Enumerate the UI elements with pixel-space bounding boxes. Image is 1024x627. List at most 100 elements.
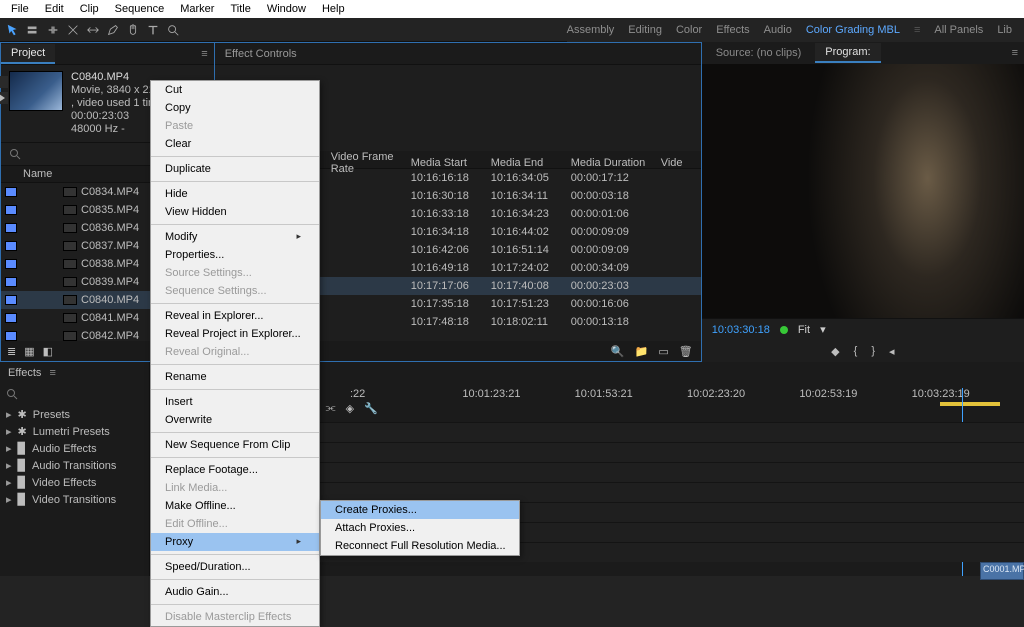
effects-panel: Effects ≡ ▸✱Presets ▸✱Lumetri Presets ▸▉A… <box>0 362 150 576</box>
submenu-item[interactable]: Create Proxies... <box>321 501 519 519</box>
marker-icon[interactable]: ◈ <box>346 402 354 415</box>
source-tab[interactable]: Source: (no clips) <box>706 44 812 62</box>
clip-icon <box>63 313 77 323</box>
label-swatch <box>5 241 17 251</box>
ripple-edit-icon[interactable] <box>46 23 60 37</box>
fx-audio-effects[interactable]: ▸▉Audio Effects <box>6 442 143 455</box>
program-timecode[interactable]: 10:03:30:18 <box>712 324 770 336</box>
menu-item: Source Settings... <box>151 264 319 282</box>
menu-item[interactable]: Insert <box>151 393 319 411</box>
menu-marker[interactable]: Marker <box>173 2 221 16</box>
mark-out-icon[interactable]: } <box>871 345 875 357</box>
panel-menu-icon[interactable]: ≡ <box>49 367 55 379</box>
col-name[interactable]: Name <box>23 168 52 180</box>
menu-item[interactable]: Overwrite <box>151 411 319 429</box>
menu-item[interactable]: Properties... <box>151 246 319 264</box>
slip-tool-icon[interactable] <box>86 23 100 37</box>
menu-item[interactable]: Duplicate <box>151 160 319 178</box>
project-tab[interactable]: Project <box>1 44 55 64</box>
settings-icon[interactable]: 🔧 <box>364 402 378 415</box>
selection-tool-icon[interactable] <box>6 23 20 37</box>
new-bin-icon[interactable]: 📁 <box>635 345 649 358</box>
menu-help[interactable]: Help <box>315 2 352 16</box>
fx-lumetri[interactable]: ▸✱Lumetri Presets <box>6 425 143 438</box>
pen-tool-icon[interactable] <box>106 23 120 37</box>
menu-item[interactable]: Audio Gain... <box>151 583 319 601</box>
app-menubar: File Edit Clip Sequence Marker Title Win… <box>0 0 1024 18</box>
menu-item[interactable]: Make Offline... <box>151 497 319 515</box>
zoom-fit[interactable]: Fit <box>798 324 810 336</box>
menu-item[interactable]: Replace Footage... <box>151 461 319 479</box>
fx-audio-trans[interactable]: ▸▉Audio Transitions <box>6 459 143 472</box>
menu-edit[interactable]: Edit <box>38 2 71 16</box>
ws-effects[interactable]: Effects <box>716 24 749 36</box>
menu-item[interactable]: Speed/Duration... <box>151 558 319 576</box>
list-view-icon[interactable]: ≣ <box>7 345 16 358</box>
step-back-icon[interactable]: ◂ <box>889 345 895 358</box>
fx-video-effects[interactable]: ▸▉Video Effects <box>6 476 143 489</box>
monitor-panel: Source: (no clips) Program: ≡ 10:03:30:1… <box>702 42 1024 362</box>
program-viewer[interactable] <box>702 64 1024 318</box>
search-icon[interactable] <box>9 148 21 160</box>
menu-item[interactable]: New Sequence From Clip <box>151 436 319 454</box>
mark-in-icon[interactable]: { <box>854 345 858 357</box>
ws-all-panels[interactable]: All Panels <box>934 24 983 36</box>
menu-item[interactable]: Cut <box>151 81 319 99</box>
play-icon[interactable] <box>0 92 8 104</box>
hand-tool-icon[interactable] <box>126 23 140 37</box>
effects-title[interactable]: Effects <box>8 367 41 379</box>
menu-item[interactable]: Rename <box>151 368 319 386</box>
menu-item[interactable]: Copy <box>151 99 319 117</box>
col-media-duration[interactable]: Media Duration <box>571 157 661 169</box>
linked-selection-icon[interactable]: ⫘ <box>326 402 336 415</box>
fx-video-trans[interactable]: ▸▉Video Transitions <box>6 493 143 506</box>
icon-view-icon[interactable]: ▦ <box>24 345 34 358</box>
menu-item[interactable]: Proxy <box>151 533 319 551</box>
program-tab[interactable]: Program: <box>815 43 880 63</box>
col-video[interactable]: Vide <box>661 157 701 169</box>
menu-item[interactable]: Reveal Project in Explorer... <box>151 325 319 343</box>
zoom-tool-icon[interactable] <box>166 23 180 37</box>
col-media-end[interactable]: Media End <box>491 157 571 169</box>
timeline-clip[interactable]: C0001.MP <box>980 562 1024 580</box>
col-media-start[interactable]: Media Start <box>411 157 491 169</box>
find-icon[interactable]: 🔍 <box>611 345 625 358</box>
menu-item: Paste <box>151 117 319 135</box>
time-ruler[interactable]: :2210:01:23:2110:01:53:2110:02:23:2010:0… <box>350 388 1024 402</box>
menu-item[interactable]: Clear <box>151 135 319 153</box>
panel-menu-icon[interactable]: ≡ <box>1006 47 1024 59</box>
freeform-view-icon[interactable]: ◧ <box>43 345 53 358</box>
razor-icon[interactable] <box>66 23 80 37</box>
work-area-bar[interactable] <box>940 402 1000 406</box>
menu-file[interactable]: File <box>4 2 36 16</box>
menu-item[interactable]: View Hidden <box>151 203 319 221</box>
new-item-icon[interactable]: ▭ <box>658 345 668 358</box>
ws-last[interactable]: Lib <box>997 24 1012 36</box>
ws-assembly[interactable]: Assembly <box>567 24 615 36</box>
effect-controls-tab[interactable]: Effect Controls <box>215 45 307 63</box>
menu-item[interactable]: Modify <box>151 228 319 246</box>
type-tool-icon[interactable] <box>146 23 160 37</box>
trash-icon[interactable]: 🗑 <box>679 345 693 358</box>
menu-clip[interactable]: Clip <box>73 2 106 16</box>
submenu-item[interactable]: Attach Proxies... <box>321 519 519 537</box>
search-icon[interactable] <box>6 388 18 400</box>
add-marker-icon[interactable]: ◆ <box>831 345 839 358</box>
track-select-icon[interactable] <box>26 23 40 37</box>
menu-window[interactable]: Window <box>260 2 313 16</box>
menu-title[interactable]: Title <box>223 2 257 16</box>
menu-item[interactable]: Reveal in Explorer... <box>151 307 319 325</box>
fx-presets[interactable]: ▸✱Presets <box>6 408 143 421</box>
menu-item[interactable]: Hide <box>151 185 319 203</box>
clip-thumbnail[interactable] <box>9 71 63 111</box>
ws-editing[interactable]: Editing <box>628 24 662 36</box>
submenu-item[interactable]: Reconnect Full Resolution Media... <box>321 537 519 555</box>
menu-item: Disable Masterclip Effects <box>151 608 319 626</box>
menu-sequence[interactable]: Sequence <box>108 2 172 16</box>
panel-menu-icon[interactable]: ≡ <box>195 48 213 60</box>
ws-active[interactable]: Color Grading MBL <box>806 24 900 36</box>
poster-frame-icon[interactable] <box>0 76 8 88</box>
dropdown-icon[interactable]: ▾ <box>820 323 826 336</box>
ws-color[interactable]: Color <box>676 24 702 36</box>
ws-audio[interactable]: Audio <box>764 24 792 36</box>
